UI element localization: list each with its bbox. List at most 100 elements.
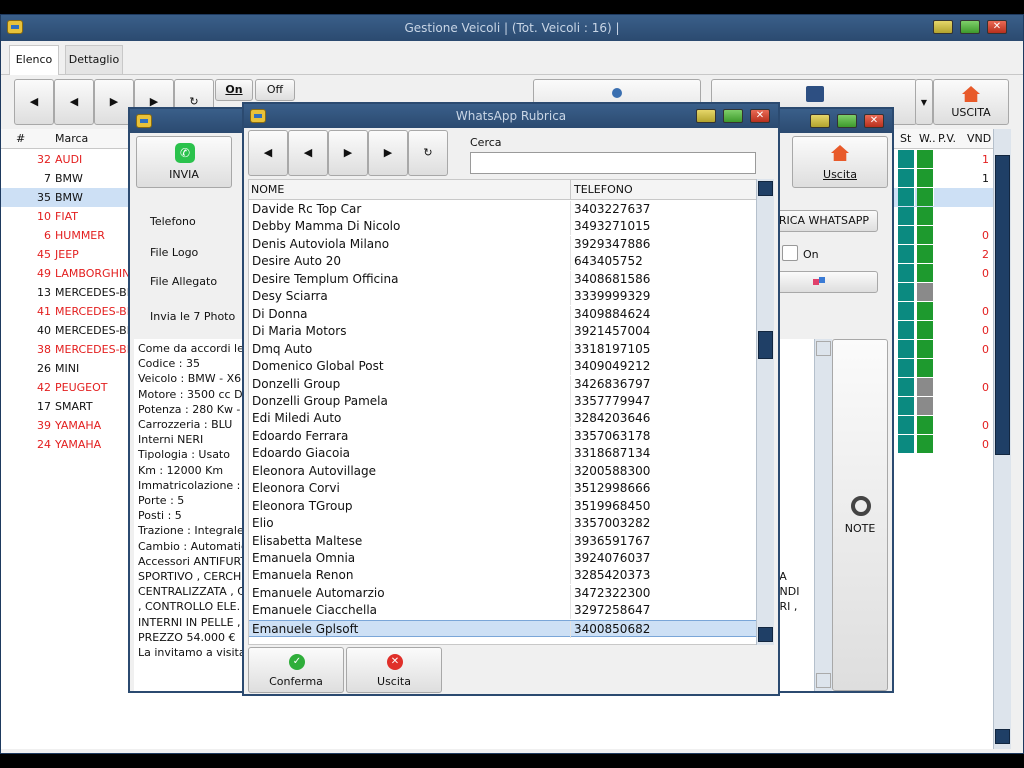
list-item[interactable]: Eleonora Autovillage 3200588300 bbox=[249, 462, 759, 480]
rubrica-refresh-button[interactable]: ↻ bbox=[408, 130, 448, 176]
row-num: 17 bbox=[37, 400, 51, 413]
rubrica-minimize-button[interactable] bbox=[696, 109, 716, 123]
close-button[interactable]: ✕ bbox=[987, 20, 1007, 34]
row-status-cell bbox=[898, 226, 915, 244]
row-divider bbox=[570, 288, 571, 306]
uscita-rubrica-button[interactable]: ✕ Uscita bbox=[346, 647, 442, 693]
message-line: Veicolo : BMW - X6 3.0 bbox=[138, 372, 246, 386]
on-checkbox[interactable] bbox=[782, 245, 798, 261]
contact-name: Dmq Auto bbox=[252, 341, 313, 356]
row-divider bbox=[570, 567, 571, 585]
list-item[interactable]: Eleonora Corvi 3512998666 bbox=[249, 480, 759, 498]
contact-phone: 3409049212 bbox=[574, 359, 651, 374]
note-button[interactable]: NOTE bbox=[832, 339, 888, 691]
list-item[interactable]: Desire Templum Officina 3408681586 bbox=[249, 270, 759, 288]
list-item[interactable]: Debby Mamma Di Nicolo 3493271015 bbox=[249, 218, 759, 236]
send-minimize-button[interactable] bbox=[810, 114, 830, 128]
last-icon: ▶ bbox=[383, 146, 393, 159]
list-item[interactable]: Emanuele Gplsoft 3400850682 bbox=[249, 619, 759, 638]
row-divider bbox=[570, 201, 571, 218]
list-item[interactable]: Elisabetta Maltese 3936591767 bbox=[249, 532, 759, 550]
rubrica-prev-button[interactable]: ◀ bbox=[288, 130, 328, 176]
list-item[interactable]: Edoardo Giacoia 3318687134 bbox=[249, 445, 759, 463]
toggle-off-button[interactable]: Off bbox=[255, 79, 295, 101]
chevron-down-icon: ▼ bbox=[920, 98, 928, 107]
rubrica-next-button[interactable]: ▶ bbox=[328, 130, 368, 176]
minimize-button[interactable] bbox=[933, 20, 953, 34]
list-item[interactable]: Dmq Auto 3318197105 bbox=[249, 340, 759, 358]
row-vnd: 0 bbox=[982, 343, 989, 356]
gear-icon bbox=[851, 496, 871, 516]
row-vnd: 0 bbox=[982, 438, 989, 451]
send-action-button[interactable] bbox=[766, 271, 878, 293]
list-item[interactable]: Elio 3357003282 bbox=[249, 515, 759, 533]
maximize-button[interactable] bbox=[960, 20, 980, 34]
message-textarea[interactable]: Come da accordi le invio Codice : 35Veico… bbox=[134, 339, 246, 691]
list-item[interactable]: Emanuele Ciacchella 3297258647 bbox=[249, 602, 759, 620]
list-item[interactable]: Desy Sciarra 3339999329 bbox=[249, 288, 759, 306]
row-divider bbox=[570, 392, 571, 410]
contact-name: Eleonora TGroup bbox=[252, 498, 353, 513]
contacts-scroll-thumb[interactable] bbox=[758, 331, 773, 359]
col-telefono: TELEFONO bbox=[574, 183, 633, 196]
uscita-main-button[interactable]: USCITA bbox=[933, 79, 1009, 125]
message-line: Km : 12000 Km bbox=[138, 463, 224, 477]
grid-scrollbar[interactable] bbox=[993, 129, 1011, 749]
dropdown-button[interactable]: ▼ bbox=[915, 79, 933, 125]
list-item[interactable]: Emanuela Renon 3285420373 bbox=[249, 567, 759, 585]
list-item[interactable]: Emanuela Omnia 3924076037 bbox=[249, 550, 759, 567]
scroll-down-button[interactable] bbox=[995, 729, 1010, 744]
row-status-cell bbox=[898, 416, 915, 434]
right-scroll-up[interactable] bbox=[816, 341, 831, 356]
search-input[interactable] bbox=[470, 152, 756, 174]
invia-button[interactable]: ✆ INVIA bbox=[136, 136, 232, 188]
list-item[interactable]: Donzelli Group Pamela 3357779947 bbox=[249, 392, 759, 410]
contacts-scroll-down[interactable] bbox=[758, 627, 773, 642]
tab-dettaglio[interactable]: Dettaglio bbox=[65, 45, 123, 75]
right-text-scrollbar[interactable] bbox=[814, 339, 832, 691]
list-item[interactable]: Davide Rc Top Car 3403227637 bbox=[249, 201, 759, 218]
uscita-send-button[interactable]: Uscita bbox=[792, 136, 888, 188]
tab-elenco[interactable]: Elenco bbox=[9, 45, 59, 75]
contacts-scroll-up[interactable] bbox=[758, 181, 773, 196]
contact-phone: 3357003282 bbox=[574, 516, 651, 531]
row-divider bbox=[570, 358, 571, 376]
col-num: # bbox=[16, 132, 26, 145]
send-maximize-button[interactable] bbox=[837, 114, 857, 128]
list-item[interactable]: Edi Miledi Auto 3284203646 bbox=[249, 410, 759, 428]
conferma-button[interactable]: ✓ Conferma bbox=[248, 647, 344, 693]
list-item[interactable]: Edoardo Ferrara 3357063178 bbox=[249, 427, 759, 445]
contact-name: Emanuela Renon bbox=[252, 568, 354, 583]
right-scroll-down[interactable] bbox=[816, 673, 831, 688]
list-item[interactable]: Denis Autoviola Milano 3929347886 bbox=[249, 235, 759, 253]
rubrica-first-button[interactable]: ◀ bbox=[248, 130, 288, 176]
list-item[interactable]: Domenico Global Post 3409049212 bbox=[249, 358, 759, 376]
row-divider bbox=[570, 218, 571, 236]
list-item[interactable]: Emanuele Automarzio 3472322300 bbox=[249, 584, 759, 602]
list-item[interactable]: Di Donna 3409884624 bbox=[249, 305, 759, 323]
rubrica-maximize-button[interactable] bbox=[723, 109, 743, 123]
main-titlebar: Gestione Veicoli | (Tot. Veicoli : 16) |… bbox=[1, 15, 1023, 41]
row-w-cell bbox=[917, 207, 934, 225]
first-record-button[interactable]: ◀ bbox=[14, 79, 54, 125]
row-divider bbox=[570, 323, 571, 341]
list-item[interactable]: Di Maria Motors 3921457004 bbox=[249, 323, 759, 341]
toggle-on-button[interactable]: On bbox=[215, 79, 253, 101]
row-w-cell bbox=[917, 359, 934, 377]
contact-phone: 643405752 bbox=[574, 254, 643, 269]
list-item[interactable]: Donzelli Group 3426836797 bbox=[249, 375, 759, 393]
rubrica-close-button[interactable]: ✕ bbox=[750, 109, 770, 123]
message-line: Come da accordi le invio bbox=[138, 342, 246, 355]
row-w-cell bbox=[917, 397, 934, 415]
prev-record-button[interactable]: ◀ bbox=[54, 79, 94, 125]
list-item[interactable]: Desire Auto 20 643405752 bbox=[249, 253, 759, 271]
row-marca: FIAT bbox=[55, 210, 78, 223]
send-close-button[interactable]: ✕ bbox=[864, 114, 884, 128]
contact-name: Emanuele Automarzio bbox=[252, 585, 385, 600]
contacts-scrollbar[interactable] bbox=[756, 179, 774, 645]
list-item[interactable]: Eleonora TGroup 3519968450 bbox=[249, 497, 759, 515]
row-w-cell bbox=[917, 245, 934, 263]
rubrica-last-button[interactable]: ▶ bbox=[368, 130, 408, 176]
message-line: La invitamo a visitare bbox=[138, 646, 246, 660]
scroll-thumb[interactable] bbox=[995, 155, 1010, 455]
